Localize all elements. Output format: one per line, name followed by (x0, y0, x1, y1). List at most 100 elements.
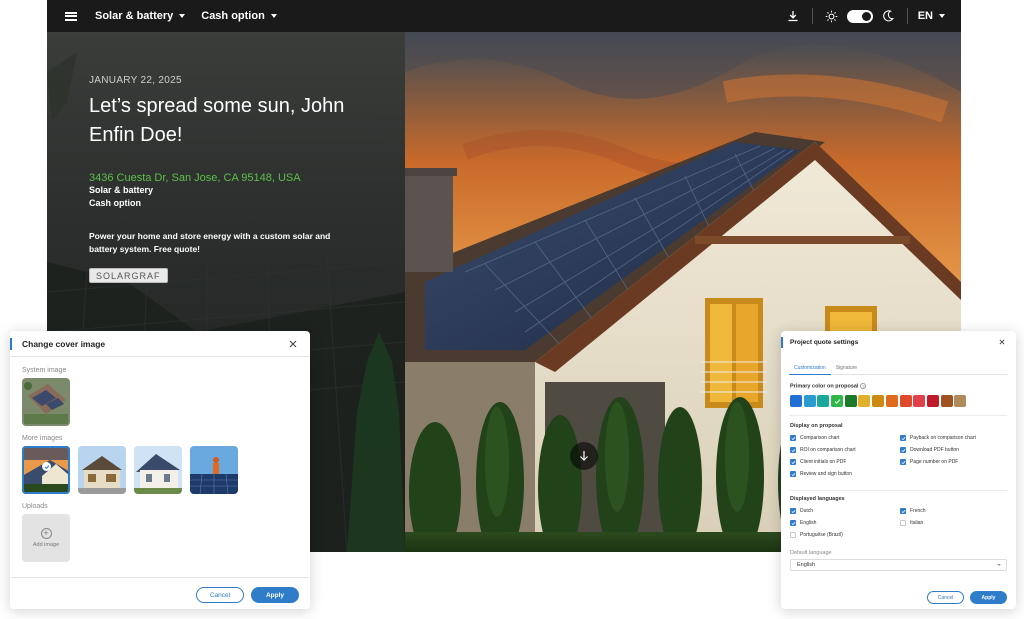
checkbox-language-portuguese[interactable]: Portuguêse (Brazil) (790, 532, 843, 538)
color-swatch[interactable] (803, 395, 816, 407)
cash-option-menu[interactable]: Cash option (201, 10, 277, 22)
screenshot-stage: Solar & battery Cash option EN JANUARY 2… (0, 0, 1024, 619)
checkbox-checked-icon (790, 520, 796, 526)
checkbox-payback-on-comparison-chart[interactable]: Payback on comparison chart (900, 435, 976, 441)
language-selector[interactable]: EN (918, 10, 945, 22)
checkbox-checked-icon (790, 447, 796, 453)
download-icon[interactable] (784, 7, 802, 25)
solar-battery-menu[interactable]: Solar & battery (95, 10, 186, 22)
project-address: 3436 Cuesta Dr, San Jose, CA 95148, USA (89, 172, 301, 184)
color-swatch[interactable] (954, 395, 967, 407)
checkbox-label: Dutch (800, 508, 814, 514)
divider (789, 490, 1007, 491)
tab-customization[interactable]: Customization (789, 361, 831, 375)
default-language-value: English (797, 562, 816, 568)
color-swatch[interactable] (831, 395, 844, 407)
close-icon[interactable] (286, 337, 300, 351)
primary-color-heading: Primary color on proposal? (790, 383, 867, 390)
color-swatch[interactable] (844, 395, 857, 407)
cover-option-white-house[interactable] (134, 446, 182, 494)
checkbox-roi-on-comparison-chart[interactable]: ROI on comparison chart (790, 447, 856, 453)
top-bar: Solar & battery Cash option EN (47, 0, 961, 32)
system-image-label: System image (22, 367, 67, 374)
checkbox-client-initials-on-pdf[interactable]: Client initials on PDF (790, 459, 846, 465)
apply-button[interactable]: Apply (970, 591, 1007, 604)
dialog-title: Change cover image (22, 338, 106, 349)
checkbox-comparison-chart[interactable]: Comparison chart (790, 435, 839, 441)
header-accent (10, 337, 12, 350)
cancel-button[interactable]: Cancel (196, 587, 244, 603)
color-swatch[interactable] (899, 395, 912, 407)
arrow-down-icon (580, 451, 588, 461)
uploads-label: Uploads (22, 503, 48, 510)
cover-option-solar-installer[interactable] (190, 446, 238, 494)
settings-tabs: Customization Signature (789, 361, 1007, 375)
info-icon[interactable]: ? (860, 383, 867, 389)
checkbox-checked-icon (900, 447, 906, 453)
checkbox-label: Client initials on PDF (800, 459, 847, 465)
color-swatch[interactable] (940, 395, 953, 407)
divider (811, 8, 813, 24)
hamburger-icon[interactable] (65, 11, 77, 21)
color-swatch[interactable] (885, 395, 898, 407)
checkbox-language-french[interactable]: French (900, 508, 926, 514)
project-quote-settings-dialog: Project quote settings Customization Sig… (781, 331, 1016, 609)
color-swatch[interactable] (858, 395, 871, 407)
system-image-thumbnail[interactable] (22, 378, 70, 426)
payment-type: Cash option (89, 198, 141, 208)
checkbox-label: Italian (910, 520, 924, 526)
color-swatch[interactable] (913, 395, 926, 407)
checkbox-review-and-sign-button[interactable]: Review and sign button (790, 471, 852, 477)
hero-blurb: Power your home and store energy with a … (89, 231, 331, 254)
tab-signature[interactable]: Signature (831, 361, 862, 375)
default-language-label: Default language (790, 550, 832, 556)
checkbox-language-dutch[interactable]: Dutch (790, 508, 813, 514)
chevron-down-icon (270, 14, 277, 18)
cover-option-sunset-house[interactable] (22, 446, 70, 494)
checkbox-checked-icon (900, 508, 906, 514)
checkbox-page-number-on-pdf[interactable]: Page number on PDF (900, 459, 958, 465)
chevron-down-icon (997, 564, 1001, 566)
scroll-down-button[interactable] (570, 442, 598, 470)
sun-icon[interactable] (823, 7, 841, 25)
checkbox-label: Review and sign button (800, 471, 852, 477)
checkbox-label: Comparison chart (800, 435, 840, 441)
toggle-knob (861, 11, 871, 21)
checkbox-language-english[interactable]: English (790, 520, 816, 526)
checkbox-unchecked-icon (790, 532, 796, 538)
apply-button[interactable]: Apply (251, 587, 299, 603)
default-language-select[interactable]: English (790, 559, 1007, 571)
close-icon[interactable] (997, 337, 1007, 347)
moon-icon[interactable] (879, 7, 897, 25)
cover-option-modern-house[interactable] (78, 446, 126, 494)
checkbox-download-pdf-button[interactable]: Download PDF button (900, 447, 959, 453)
solar-battery-menu-label: Solar & battery (95, 10, 174, 22)
dialog-title: Project quote settings (790, 338, 859, 346)
chevron-down-icon (179, 14, 186, 18)
dialog-header: Change cover image (10, 331, 310, 357)
checkbox-label: French (910, 508, 926, 514)
primary-color-label: Primary color on proposal (790, 383, 859, 390)
cancel-button[interactable]: Cancel (927, 591, 964, 604)
checkbox-checked-icon (790, 508, 796, 514)
color-swatch[interactable] (926, 395, 939, 407)
checkbox-label: Portuguêse (Brazil) (800, 532, 843, 538)
top-bar-actions: EN (784, 0, 961, 32)
system-type: Solar & battery (89, 185, 154, 195)
change-cover-image-dialog: Change cover image System image More ima… (10, 331, 310, 609)
add-image-button[interactable]: + Add image (22, 514, 70, 562)
color-swatch[interactable] (817, 395, 830, 407)
checkbox-label: Page number on PDF (910, 459, 959, 465)
display-on-proposal-label: Display on proposal (790, 423, 843, 429)
language-label: EN (917, 10, 933, 22)
checkbox-label: Download PDF button (910, 447, 959, 453)
color-swatch[interactable] (872, 395, 885, 407)
chevron-down-icon (939, 14, 945, 18)
header-accent (781, 336, 783, 348)
color-swatch[interactable] (790, 395, 802, 407)
theme-toggle[interactable] (846, 9, 873, 23)
checkbox-unchecked-icon (900, 520, 906, 526)
checkbox-language-italian[interactable]: Italian (900, 520, 923, 526)
checkbox-checked-icon (900, 459, 906, 465)
checkbox-checked-icon (900, 435, 906, 441)
